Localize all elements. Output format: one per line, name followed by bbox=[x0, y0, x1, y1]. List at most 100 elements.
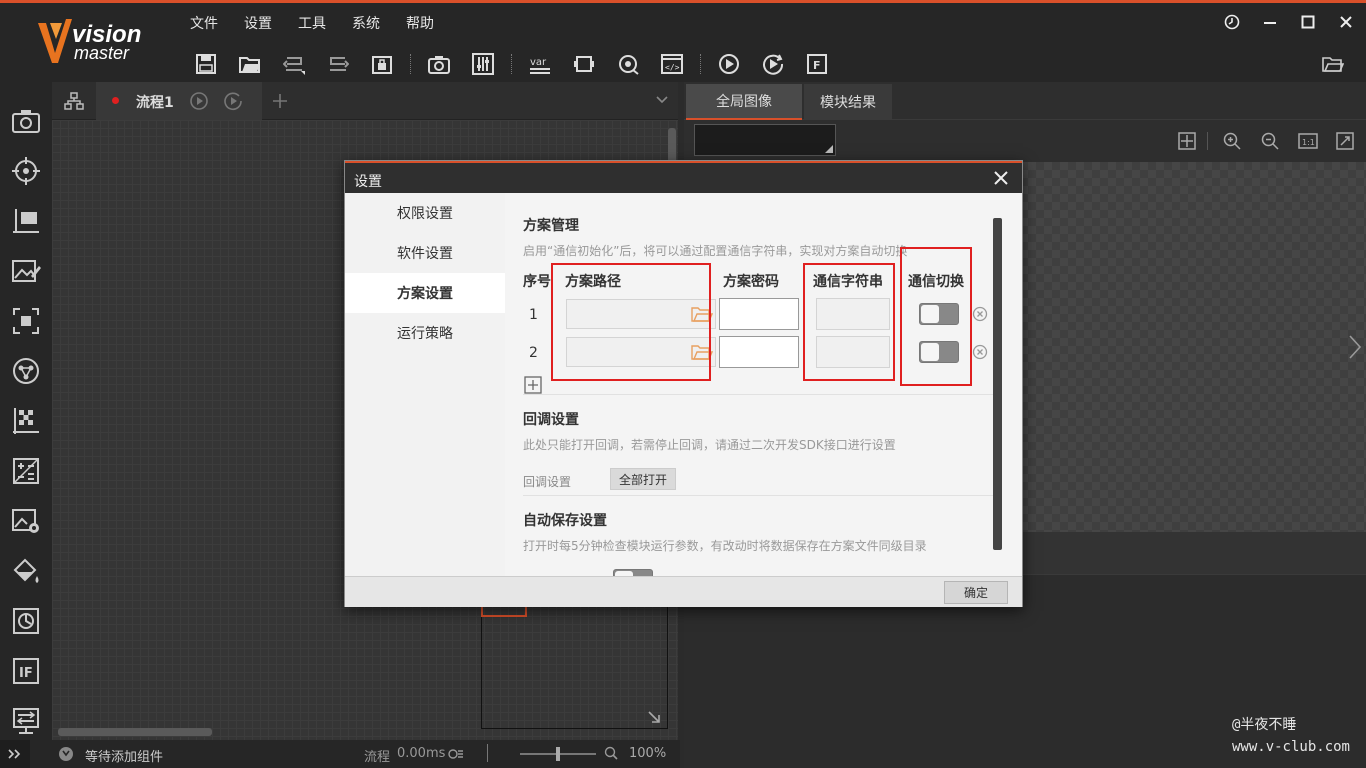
flow-tab[interactable]: 流程1 bbox=[96, 82, 262, 120]
highlight-comm-switch-column bbox=[900, 247, 972, 386]
rotate-icon bbox=[619, 55, 639, 75]
add-flow-icon[interactable] bbox=[272, 93, 288, 109]
menu-help[interactable]: 帮助 bbox=[406, 13, 434, 33]
logic-if-icon[interactable]: IF bbox=[11, 656, 41, 686]
undo-button[interactable] bbox=[278, 50, 310, 78]
status-bar: 等待添加组件 流程 0.00ms 100% bbox=[30, 740, 680, 768]
dialog-close-icon[interactable] bbox=[992, 169, 1010, 187]
status-expander[interactable] bbox=[0, 740, 30, 768]
tab-module-result[interactable]: 模块结果 bbox=[804, 84, 892, 120]
defect-detect-icon[interactable] bbox=[11, 606, 41, 636]
image-source-icon[interactable] bbox=[11, 106, 41, 136]
image-display[interactable] bbox=[1020, 162, 1366, 532]
calculate-icon[interactable] bbox=[11, 456, 41, 486]
zoom-in-icon[interactable] bbox=[1223, 132, 1241, 150]
lock-button[interactable] bbox=[366, 50, 398, 78]
zoom-slider[interactable] bbox=[520, 747, 596, 761]
delete-row-icon[interactable] bbox=[972, 306, 988, 322]
code-button[interactable]: </> bbox=[656, 50, 688, 78]
contrast-icon[interactable] bbox=[11, 406, 41, 436]
watermark-url: www.v-club.com bbox=[1231, 739, 1350, 755]
logo-v-icon bbox=[38, 19, 72, 63]
solution-password-input[interactable] bbox=[719, 336, 799, 368]
sidebar-item-software[interactable]: 软件设置 bbox=[345, 233, 505, 273]
chevron-right-icon[interactable] bbox=[1348, 334, 1362, 360]
flow-horizontal-scrollbar[interactable] bbox=[58, 728, 212, 736]
highlight-comm-string-column bbox=[803, 263, 895, 381]
menu-tools[interactable]: 工具 bbox=[298, 13, 326, 33]
row-number: 2 bbox=[529, 345, 538, 361]
image-process-icon[interactable] bbox=[11, 506, 41, 536]
autosave-toggle[interactable] bbox=[613, 569, 653, 576]
clock-icon bbox=[1224, 14, 1240, 30]
section-desc-callback: 此处只能打开回调，若需停止回调，请通过二次开发SDK接口进行设置 bbox=[523, 438, 896, 452]
tab-global-image[interactable]: 全局图像 bbox=[686, 84, 802, 120]
recognize-icon[interactable] bbox=[11, 306, 41, 336]
watermark: @半夜不睡 www.v-club.com bbox=[1232, 714, 1350, 758]
camera-button[interactable] bbox=[423, 50, 455, 78]
toolbar-separator bbox=[700, 54, 701, 74]
color-process-icon[interactable] bbox=[11, 556, 41, 586]
rotate-button[interactable] bbox=[612, 50, 644, 78]
section-divider bbox=[523, 394, 993, 395]
fullscreen-icon[interactable] bbox=[1336, 132, 1354, 150]
font-button[interactable]: F bbox=[801, 50, 833, 78]
menu-file[interactable]: 文件 bbox=[190, 13, 218, 33]
toolbar-separator bbox=[410, 54, 411, 74]
zoom-slider-handle[interactable] bbox=[556, 747, 560, 761]
resize-corner-icon[interactable] bbox=[647, 710, 661, 724]
section-desc-autosave: 打开时每5分钟检查模块运行参数，有改动时将数据保存在方案文件同级目录 bbox=[523, 539, 927, 553]
open-solution-folder-icon[interactable] bbox=[1322, 53, 1344, 75]
image-info-bar bbox=[1020, 532, 1366, 574]
zoom-icon bbox=[604, 746, 618, 760]
section-title-solution-mgmt: 方案管理 bbox=[523, 218, 579, 234]
delete-row-icon[interactable] bbox=[972, 344, 988, 360]
calibrate-icon[interactable] bbox=[11, 356, 41, 386]
actual-size-icon[interactable]: 1:1 bbox=[1298, 132, 1318, 150]
section-title-autosave: 自动保存设置 bbox=[523, 513, 607, 529]
save-button[interactable] bbox=[190, 50, 222, 78]
menu-settings[interactable]: 设置 bbox=[244, 13, 272, 33]
sidebar-item-run-strategy[interactable]: 运行策略 bbox=[345, 313, 505, 353]
device-button[interactable] bbox=[568, 50, 600, 78]
fit-window-icon[interactable] bbox=[1178, 132, 1196, 150]
communication-icon[interactable] bbox=[11, 706, 41, 736]
svg-text:1:1: 1:1 bbox=[1302, 138, 1315, 147]
measure-icon[interactable] bbox=[11, 206, 41, 236]
ok-button[interactable]: 确定 bbox=[944, 581, 1008, 604]
menu-system[interactable]: 系统 bbox=[352, 13, 380, 33]
clock-button[interactable] bbox=[1224, 13, 1240, 31]
timer-icon[interactable] bbox=[448, 748, 464, 760]
flow-run-loop-icon[interactable] bbox=[223, 91, 243, 111]
image-source-select[interactable] bbox=[694, 124, 836, 156]
close-button[interactable] bbox=[1338, 13, 1354, 31]
svg-text:</>: </> bbox=[665, 63, 680, 72]
section-title-callback: 回调设置 bbox=[523, 412, 579, 428]
status-divider bbox=[487, 744, 488, 762]
minimize-button[interactable] bbox=[1262, 13, 1278, 31]
maximize-button[interactable] bbox=[1300, 13, 1316, 31]
open-button[interactable] bbox=[234, 50, 266, 78]
redo-button[interactable] bbox=[322, 50, 354, 78]
locate-icon[interactable] bbox=[11, 156, 41, 186]
variable-button[interactable]: var bbox=[524, 50, 556, 78]
save-icon bbox=[196, 54, 216, 74]
zoom-out-icon[interactable] bbox=[1261, 132, 1279, 150]
solution-password-input[interactable] bbox=[719, 298, 799, 330]
app-logo: vision master bbox=[36, 17, 156, 69]
tool-column: IF bbox=[0, 82, 52, 768]
image-edit-icon[interactable] bbox=[11, 256, 41, 286]
sidebar-item-solution[interactable]: 方案设置 bbox=[345, 273, 505, 313]
watermark-author: @半夜不睡 bbox=[1231, 717, 1297, 733]
flow-tree-icon[interactable] bbox=[64, 92, 84, 110]
run-loop-button[interactable] bbox=[757, 50, 789, 78]
status-message: 等待添加组件 bbox=[85, 750, 164, 765]
controller-button[interactable] bbox=[467, 50, 499, 78]
sidebar-item-permission[interactable]: 权限设置 bbox=[345, 193, 505, 233]
settings-scrollbar[interactable] bbox=[993, 218, 1002, 550]
add-row-icon[interactable] bbox=[524, 376, 542, 394]
chevron-down-icon[interactable] bbox=[655, 95, 669, 105]
open-all-callbacks-button[interactable]: 全部打开 bbox=[610, 468, 676, 490]
flow-run-once-icon[interactable] bbox=[189, 91, 209, 111]
run-once-button[interactable] bbox=[713, 50, 745, 78]
